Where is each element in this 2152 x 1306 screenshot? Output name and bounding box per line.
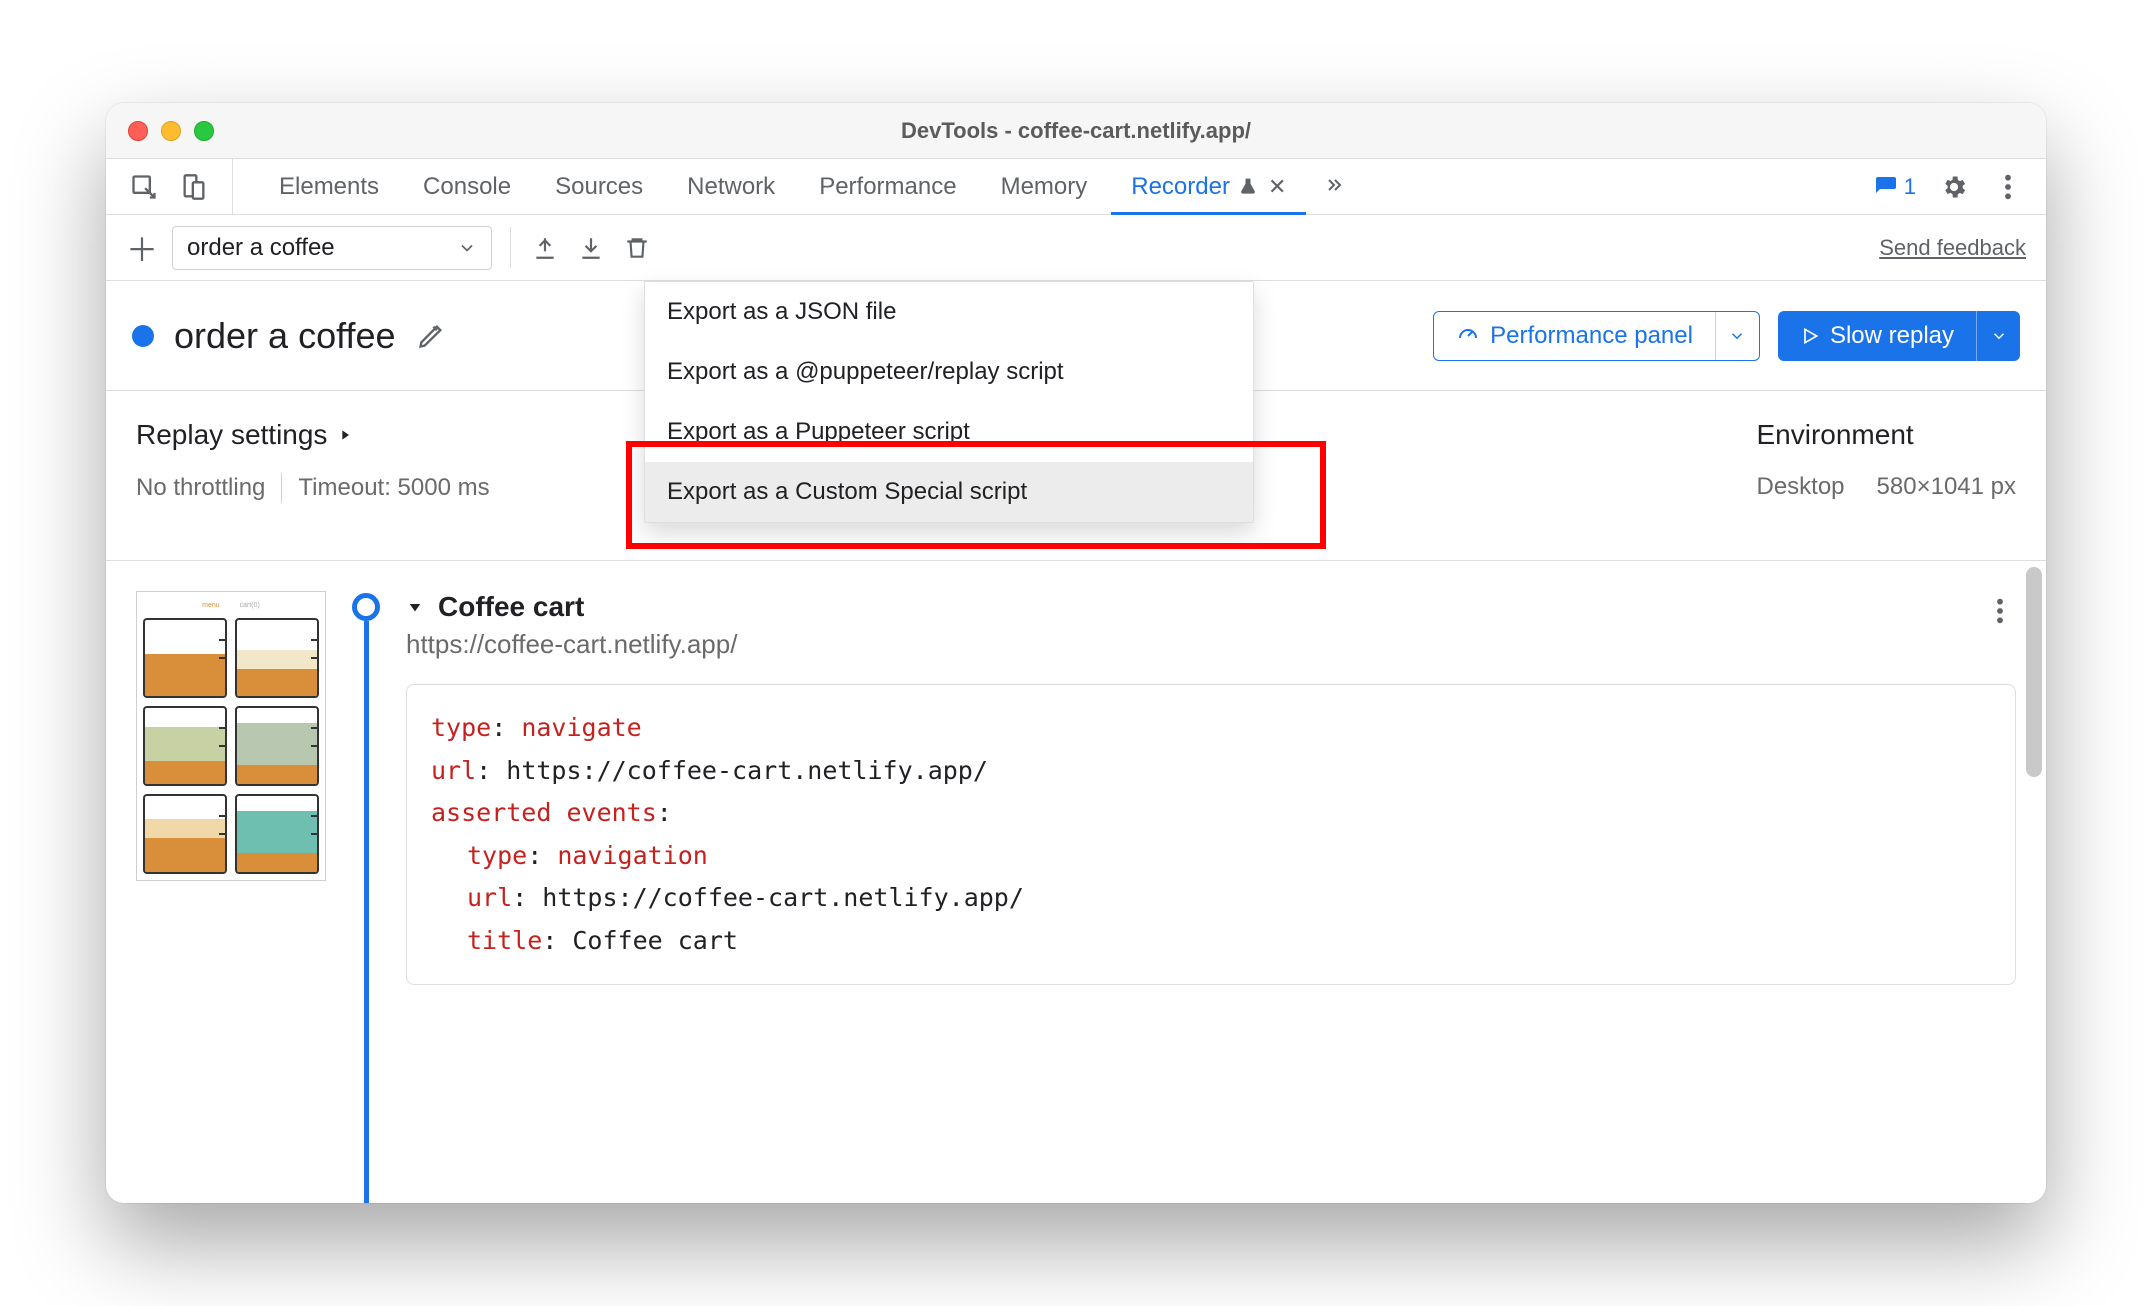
export-json-item[interactable]: Export as a JSON file	[645, 282, 1253, 342]
performance-panel-caret[interactable]	[1715, 312, 1759, 360]
step-kebab-icon[interactable]	[1996, 597, 2004, 625]
chevron-down-icon	[457, 238, 477, 258]
step-code-card: type: navigate url: https://coffee-cart.…	[406, 684, 2016, 985]
steps-area: menucart(0)	[106, 561, 2046, 1203]
devtools-window: DevTools - coffee-cart.netlify.app/	[106, 103, 2046, 1203]
slow-replay-caret[interactable]	[1976, 311, 2020, 361]
timeout-value: Timeout: 5000 ms	[298, 474, 489, 502]
recorder-toolbar: ＋ order a coffee Send feedback	[106, 215, 2046, 281]
step-screenshot-thumb[interactable]: menucart(0)	[136, 591, 326, 881]
send-feedback-link[interactable]: Send feedback	[1879, 235, 2026, 261]
performance-panel-button[interactable]: Performance panel	[1433, 311, 1760, 361]
inspect-element-icon[interactable]	[128, 171, 160, 203]
performance-panel-label: Performance panel	[1490, 322, 1693, 350]
step-header[interactable]: Coffee cart	[406, 591, 2016, 623]
export-puppeteer-item[interactable]: Export as a Puppeteer script	[645, 402, 1253, 462]
recording-selector[interactable]: order a coffee	[172, 226, 492, 270]
tab-memory[interactable]: Memory	[979, 159, 1110, 214]
tab-recorder[interactable]: Recorder ✕	[1109, 159, 1308, 214]
close-tab-icon[interactable]: ✕	[1268, 174, 1286, 200]
caret-down-icon	[406, 598, 424, 616]
recording-selector-label: order a coffee	[187, 234, 335, 262]
edit-title-icon[interactable]	[415, 320, 447, 352]
delete-icon[interactable]	[621, 232, 653, 264]
recording-title: order a coffee	[174, 315, 395, 357]
titlebar: DevTools - coffee-cart.netlify.app/	[106, 103, 2046, 159]
timeline-line	[364, 621, 369, 1203]
export-custom-special-item[interactable]: Export as a Custom Special script	[645, 462, 1253, 522]
environment-viewport: 580×1041 px	[1877, 473, 2016, 501]
experiment-icon	[1238, 177, 1258, 197]
devtools-tabs: Elements Console Sources Network Perform…	[106, 159, 2046, 215]
import-icon[interactable]	[529, 232, 561, 264]
export-menu: Export as a JSON file Export as a @puppe…	[644, 281, 1254, 523]
tab-network[interactable]: Network	[665, 159, 797, 214]
recording-indicator-icon	[132, 325, 154, 347]
step-url: https://coffee-cart.netlify.app/	[406, 629, 2016, 660]
device-toolbar-icon[interactable]	[178, 171, 210, 203]
scrollbar[interactable]	[2026, 567, 2042, 777]
more-tabs-button[interactable]	[1308, 159, 1360, 214]
settings-icon[interactable]	[1938, 171, 1970, 203]
tab-console[interactable]: Console	[401, 159, 533, 214]
timeline-node	[352, 593, 380, 621]
export-icon[interactable]	[575, 232, 607, 264]
recording-header: order a coffee Export as a JSON file Exp…	[106, 281, 2046, 391]
throttling-value: No throttling	[136, 474, 265, 502]
environment-title: Environment	[1756, 419, 2016, 451]
tab-sources[interactable]: Sources	[533, 159, 665, 214]
export-puppeteer-replay-item[interactable]: Export as a @puppeteer/replay script	[645, 342, 1253, 402]
slow-replay-label: Slow replay	[1830, 322, 1954, 350]
slow-replay-button[interactable]: Slow replay	[1778, 311, 2020, 361]
caret-right-icon	[337, 427, 353, 443]
gauge-icon	[1456, 324, 1480, 348]
issues-button[interactable]: 1	[1874, 174, 1916, 200]
step-title: Coffee cart	[438, 591, 584, 623]
window-title: DevTools - coffee-cart.netlify.app/	[106, 118, 2046, 144]
kebab-menu-icon[interactable]	[1992, 171, 2024, 203]
issues-count: 1	[1904, 174, 1916, 200]
play-icon	[1800, 326, 1820, 346]
tab-performance[interactable]: Performance	[797, 159, 978, 214]
tab-elements[interactable]: Elements	[257, 159, 401, 214]
environment-device: Desktop	[1756, 473, 1844, 501]
new-recording-icon[interactable]: ＋	[126, 232, 158, 264]
